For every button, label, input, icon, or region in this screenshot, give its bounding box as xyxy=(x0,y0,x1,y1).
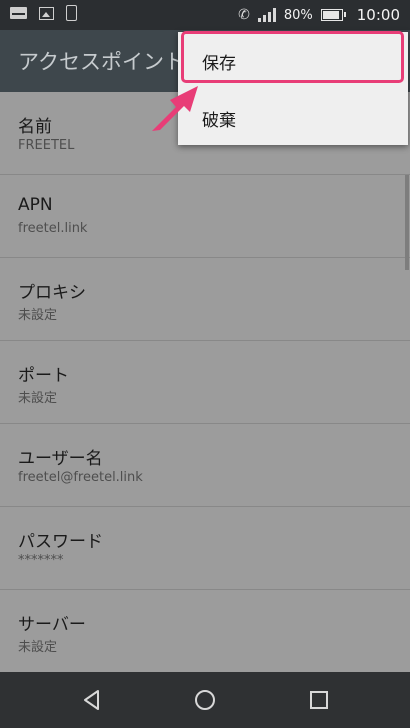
setting-value: 未設定 xyxy=(18,391,58,406)
phone-icon xyxy=(66,5,77,21)
setting-row-server[interactable]: サーバー 未設定 xyxy=(0,590,410,673)
save-highlight-box xyxy=(181,31,404,83)
setting-value: FREETEL xyxy=(18,138,75,153)
recent-apps-icon[interactable] xyxy=(307,688,331,712)
nfc-icon: ✆ xyxy=(238,7,250,23)
signal-icon xyxy=(257,8,276,22)
battery-icon xyxy=(320,9,346,21)
setting-row-username[interactable]: ユーザー名 freetel@freetel.link xyxy=(0,424,410,507)
setting-label: ユーザー名 xyxy=(18,449,103,469)
setting-row-apn[interactable]: APN freetel.link xyxy=(0,175,410,258)
scrollbar[interactable] xyxy=(405,175,409,270)
setting-value: freetel@freetel.link xyxy=(18,470,143,485)
setting-row-proxy[interactable]: プロキシ 未設定 xyxy=(0,258,410,341)
setting-value: freetel.link xyxy=(18,221,88,236)
setting-label: サーバー xyxy=(18,615,86,635)
image-icon xyxy=(39,7,54,20)
setting-value: 未設定 xyxy=(18,640,58,655)
setting-label: プロキシ xyxy=(18,283,86,303)
discard-menu-item[interactable]: 破棄 xyxy=(178,89,408,145)
clock: 10:00 xyxy=(356,6,400,24)
setting-value: ******* xyxy=(18,553,64,568)
setting-row-password[interactable]: パスワード ******* xyxy=(0,507,410,590)
battery-percent: 80% xyxy=(283,7,313,23)
back-icon[interactable] xyxy=(80,688,104,712)
setting-row-port[interactable]: ポート 未設定 xyxy=(0,341,410,424)
setting-label: パスワード xyxy=(18,532,103,552)
setting-label: 名前 xyxy=(18,117,52,137)
status-bar: ✆ 80% 10:00 xyxy=(0,0,410,30)
home-icon[interactable] xyxy=(193,688,217,712)
setting-label: APN xyxy=(18,195,53,215)
apn-settings-list: 名前 FREETEL APN freetel.link プロキシ 未設定 ポート… xyxy=(0,92,410,673)
mail-icon xyxy=(10,7,27,19)
navigation-bar xyxy=(0,672,410,728)
discard-label: 破棄 xyxy=(202,111,236,131)
setting-label: ポート xyxy=(18,366,69,386)
setting-value: 未設定 xyxy=(18,308,58,323)
